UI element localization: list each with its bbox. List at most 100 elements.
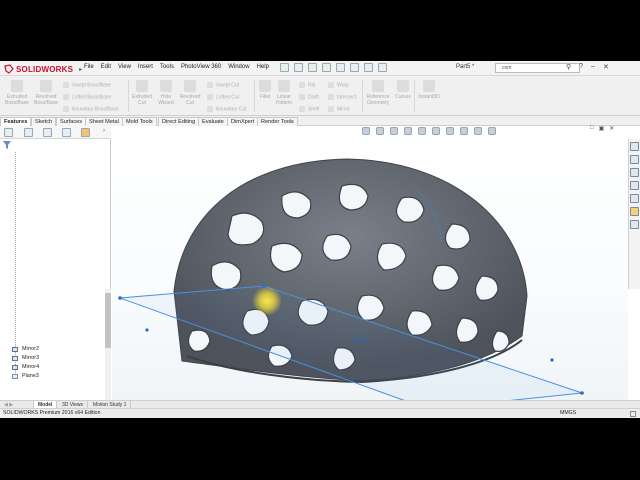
select-icon[interactable] [350,63,359,72]
filter-icon[interactable] [3,141,11,149]
panel-tabs: › [0,126,111,139]
tab-evaluate[interactable]: Evaluate [198,117,228,126]
maximize-icon[interactable]: ▣ [599,125,605,132]
chevron-right-icon[interactable]: ▸ [79,66,82,73]
plane-handle[interactable] [580,391,584,395]
tab-render-tools[interactable]: Render Tools [257,117,298,126]
mirror-feature-icon [12,356,18,361]
options-gear-icon[interactable] [378,63,387,72]
menu-help[interactable]: Help [257,64,269,70]
save-icon[interactable] [308,63,317,72]
plane-handle[interactable] [145,328,149,332]
ribbon-separator [362,80,363,112]
revolved-cut-icon [184,80,196,92]
configuration-tab-icon[interactable] [43,128,52,137]
tree-item-mirror3[interactable]: Mirror3 [12,354,39,363]
mirror-feature-icon [12,365,18,370]
resources-icon[interactable] [630,155,639,164]
lofted-cut-button[interactable]: Lofted Cut [207,94,239,100]
tab-sketch[interactable]: Sketch [31,117,57,126]
task-pane [628,139,640,289]
draft-button[interactable]: Draft [299,94,319,100]
file-explorer-icon[interactable] [630,181,639,190]
plane-handle[interactable] [118,296,122,300]
menu-window[interactable]: Window [228,64,249,70]
tab-features[interactable]: Features [0,117,32,126]
extrude-icon [11,80,23,92]
solidworks-logo[interactable]: SOLIDWORKS ▸ [4,63,82,75]
curves-button[interactable]: Curves [393,80,413,100]
extruded-boss-button[interactable]: Extruded Boss/Base [4,80,30,106]
reference-geometry-button[interactable]: Reference Geometry [364,80,392,106]
fillet-button[interactable]: Fillet [256,80,274,100]
search-icon[interactable]: ⚲ [566,63,571,71]
design-library-icon[interactable] [630,168,639,177]
custom-properties-icon[interactable] [630,220,639,229]
graphics-area[interactable]: Point3 [112,126,628,400]
app-name: SOLIDWORKS [16,64,74,74]
viewport-window-controls: □ ▣ ✕ [590,125,614,132]
boundary-cut-button[interactable]: Boundary Cut [207,106,247,112]
tree-connector [15,152,16,377]
mirror-button[interactable]: Mirror [328,106,350,112]
new-document-icon[interactable] [280,63,289,72]
instant3d-icon [423,80,435,92]
close-icon[interactable]: ✕ [603,63,609,71]
instant3d-button[interactable]: Instant3D [416,80,442,100]
scrollbar-thumb[interactable] [105,293,111,348]
menu-file[interactable]: File [84,64,94,70]
restore-icon[interactable]: □ [590,125,594,132]
property-manager-tab-icon[interactable] [24,128,33,137]
boundary-boss-button[interactable]: Boundary Boss/Base [63,106,119,112]
sketch-point-label: Point3 [352,338,370,344]
tree-scrollbar[interactable] [105,289,111,400]
tree-item-plane3[interactable]: Plane3 [12,372,39,381]
appearances-icon[interactable] [630,207,639,216]
home-icon[interactable] [630,142,639,151]
help-icon[interactable]: ? [579,63,583,71]
extruded-cut-button[interactable]: Extruded Cut [131,80,153,106]
search-text: com [502,65,512,71]
tab-mold-tools[interactable]: Mold Tools [122,117,157,126]
tree-item-mirror4[interactable]: Mirror4 [12,363,39,372]
reference-geometry-icon [372,80,384,92]
shell-button[interactable]: Shell [299,106,319,112]
tab-dimxpert[interactable]: DimXpert [227,117,259,126]
intersect-button[interactable]: Intersect [328,94,356,100]
plane-icon [12,374,18,379]
tree-item-mirror2[interactable]: Mirror2 [12,345,39,354]
help-icon[interactable] [630,411,636,417]
swept-cut-button[interactable]: Swept Cut [207,82,239,88]
fillet-icon [259,80,271,92]
hole-wizard-button[interactable]: Hole Wizard [155,80,177,106]
swept-boss-button[interactable]: Swept Boss/Base [63,82,111,88]
open-icon[interactable] [294,63,303,72]
chevron-right-icon[interactable]: › [103,128,105,134]
plane-handle[interactable] [550,358,554,362]
minimize-icon[interactable]: – [591,63,595,71]
wrap-button[interactable]: Wrap [328,82,349,88]
menu-edit[interactable]: Edit [101,64,111,70]
rebuild-icon[interactable] [364,63,373,72]
feature-tree-tab-icon[interactable] [4,128,13,137]
model-view [118,158,584,400]
close-icon[interactable]: ✕ [609,125,614,132]
undo-icon[interactable] [336,63,345,72]
menu-tools[interactable]: Tools [160,64,174,70]
tab-sheet-metal[interactable]: Sheet Metal [85,117,123,126]
menu-photoview[interactable]: PhotoView 360 [181,64,221,70]
linear-pattern-button[interactable]: Linear Pattern [274,80,294,106]
print-icon[interactable] [322,63,331,72]
menu-view[interactable]: View [118,64,131,70]
dimxpert-tab-icon[interactable] [62,128,71,137]
lofted-boss-button[interactable]: Lofted Boss/Base [63,94,111,100]
revolved-cut-button[interactable]: Revolved Cut [179,80,201,106]
revolved-boss-button[interactable]: Revolved Boss/Base [33,80,59,106]
rib-button[interactable]: Rib [299,82,316,88]
units-selector[interactable]: MMGS [560,409,576,418]
tab-surfaces[interactable]: Surfaces [56,117,87,126]
display-manager-tab-icon[interactable] [81,128,90,137]
tab-direct-editing[interactable]: Direct Editing [158,117,200,126]
view-palette-icon[interactable] [630,194,639,203]
menu-insert[interactable]: Insert [138,64,153,70]
